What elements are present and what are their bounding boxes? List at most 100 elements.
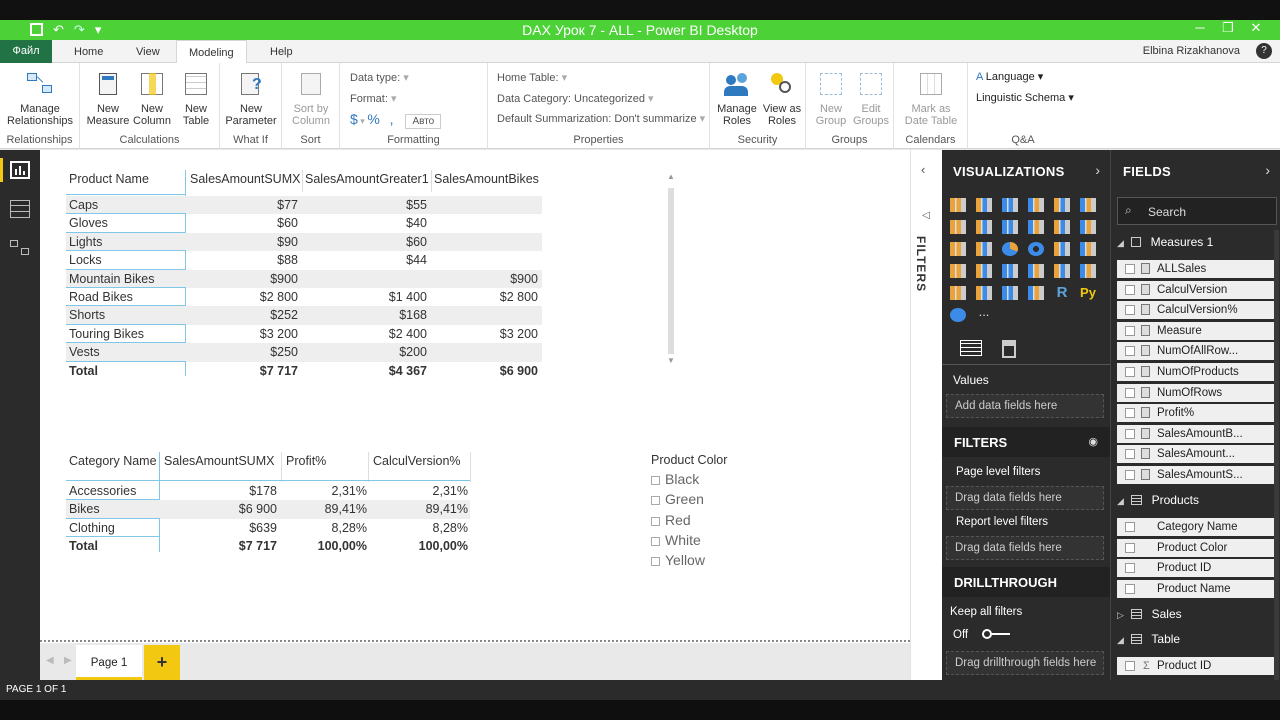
column-field[interactable]: Product Color xyxy=(1117,538,1275,557)
measure-field[interactable]: SalesAmount... xyxy=(1117,445,1275,464)
column-header[interactable]: Category Name xyxy=(69,454,157,468)
value-cell[interactable]: 8,28% xyxy=(373,521,468,535)
home-table-dropdown[interactable]: Home Table: ▾ xyxy=(497,71,567,84)
value-cell[interactable]: $2 800 xyxy=(190,290,298,304)
more-visuals-icon[interactable]: ... xyxy=(976,305,992,322)
new-measure-button[interactable]: New Measure xyxy=(86,69,130,127)
checkbox-icon[interactable] xyxy=(651,516,660,526)
slicer-icon[interactable] xyxy=(976,286,992,300)
scatter-icon[interactable] xyxy=(976,242,992,256)
currency-button[interactable]: $ xyxy=(350,111,358,127)
stacked-bar-icon[interactable] xyxy=(950,198,966,212)
data-category-dropdown[interactable]: Data Category: Uncategorized ▾ xyxy=(497,92,654,105)
measure-field[interactable]: CalculVersion xyxy=(1117,280,1275,299)
add-page-button[interactable]: + xyxy=(144,645,180,680)
new-table-button[interactable]: New Table xyxy=(174,69,218,127)
column-field[interactable]: Category Name xyxy=(1117,518,1275,536)
filters-collapsed-strip[interactable]: ‹ ◁ FILTERS xyxy=(910,150,942,680)
value-cell[interactable]: $44 xyxy=(305,253,427,267)
measure-field[interactable]: Measure xyxy=(1117,321,1275,340)
user-name[interactable]: Elbina Rizakhanova xyxy=(1143,45,1240,57)
value-cell[interactable]: $60 xyxy=(305,235,427,249)
table-visual-categories[interactable]: Category Name SalesAmountSUMX Profit% Ca… xyxy=(66,452,506,562)
row-label-cell[interactable]: Bikes xyxy=(69,502,155,516)
scroll-thumb[interactable] xyxy=(668,188,674,354)
tab-view[interactable]: View xyxy=(124,40,172,63)
value-cell[interactable]: $40 xyxy=(305,216,427,230)
new-column-button[interactable]: New Column xyxy=(130,69,174,127)
filters-eye-icon[interactable]: ◉ xyxy=(1088,435,1098,448)
row-label-cell[interactable]: Mountain Bikes xyxy=(69,272,179,286)
report-view-icon[interactable] xyxy=(10,161,30,179)
tab-modeling[interactable]: Modeling xyxy=(176,40,247,64)
report-filters-drop-well[interactable]: Drag data fields here xyxy=(946,536,1104,560)
expand-chevron-icon[interactable]: ◢ xyxy=(1117,635,1124,645)
row-label-cell[interactable]: Locks xyxy=(69,253,179,267)
tab-home[interactable]: Home xyxy=(62,40,115,63)
field-group-measures[interactable]: ◢ Measures 1 xyxy=(1117,235,1213,249)
stacked-column-icon[interactable] xyxy=(976,198,992,212)
table-visual-products[interactable]: Product Name SalesAmountSUMX SalesAmount… xyxy=(66,170,546,380)
scroll-down-icon[interactable]: ▼ xyxy=(667,356,675,365)
line-column-icon[interactable] xyxy=(1028,220,1044,234)
value-cell[interactable]: $250 xyxy=(190,345,298,359)
values-drop-well[interactable]: Add data fields here xyxy=(946,394,1104,418)
checkbox-icon[interactable] xyxy=(1125,522,1135,532)
slicer-option[interactable]: White xyxy=(651,532,727,552)
line-chart-icon[interactable] xyxy=(950,220,966,234)
visualizations-expand-icon[interactable]: › xyxy=(1095,162,1100,178)
value-cell[interactable]: $200 xyxy=(305,345,427,359)
drillthrough-drop-well[interactable]: Drag drillthrough fields here xyxy=(946,651,1104,675)
column-header[interactable]: CalculVersion% xyxy=(373,454,461,468)
value-cell[interactable]: $77 xyxy=(190,198,298,212)
checkbox-icon[interactable] xyxy=(1125,542,1135,553)
close-icon[interactable]: ✕ xyxy=(1242,20,1270,36)
product-color-slicer[interactable]: Product Color Black Green Red White Yellow xyxy=(651,453,727,572)
collapse-chevron-icon[interactable]: ▷ xyxy=(1117,610,1124,620)
row-label-cell[interactable]: Gloves xyxy=(69,216,179,230)
row-label-cell[interactable]: Caps xyxy=(69,198,179,212)
language-dropdown[interactable]: A Language ▾ xyxy=(976,70,1043,83)
tab-help[interactable]: Help xyxy=(258,40,305,63)
comma-button[interactable]: , xyxy=(390,111,394,127)
table-visual-icon[interactable] xyxy=(1002,286,1018,300)
fields-well-tab-icon[interactable] xyxy=(960,340,982,356)
checkbox-icon[interactable] xyxy=(1125,325,1135,336)
pie-chart-icon[interactable] xyxy=(1002,242,1018,256)
slicer-option[interactable]: Yellow xyxy=(651,552,727,572)
value-cell[interactable]: $900 xyxy=(190,272,298,286)
value-cell[interactable]: $88 xyxy=(190,253,298,267)
value-cell[interactable]: 2,31% xyxy=(286,484,367,498)
row-label-cell[interactable]: Clothing xyxy=(69,521,155,535)
100-column-icon[interactable] xyxy=(1080,198,1096,212)
slicer-option[interactable]: Green xyxy=(651,491,727,511)
checkbox-icon[interactable] xyxy=(651,476,660,485)
value-cell[interactable]: $1 400 xyxy=(305,290,427,304)
kpi-icon[interactable] xyxy=(950,286,966,300)
model-view-icon[interactable] xyxy=(10,240,30,258)
checkbox-icon[interactable] xyxy=(1125,583,1135,594)
page-nav-prev-icon[interactable]: ◀ xyxy=(46,655,54,666)
globe-icon[interactable] xyxy=(950,308,966,322)
default-summarization-dropdown[interactable]: Default Summarization: Don't summarize ▾ xyxy=(497,112,705,125)
shape-map-icon[interactable] xyxy=(976,264,992,278)
page-filters-drop-well[interactable]: Drag data fields here xyxy=(946,486,1104,510)
measure-field[interactable]: NumOfProducts xyxy=(1117,363,1275,381)
checkbox-icon[interactable] xyxy=(1125,470,1135,480)
multirow-card-icon[interactable] xyxy=(1080,264,1096,278)
measure-field[interactable]: ALLSales xyxy=(1117,260,1275,278)
data-type-dropdown[interactable]: Data type: ▾ xyxy=(350,71,409,84)
checkbox-icon[interactable] xyxy=(1125,661,1135,671)
value-cell[interactable]: $3 200 xyxy=(190,327,298,341)
field-group-sales[interactable]: ▷ Sales xyxy=(1117,607,1182,621)
fields-expand-icon[interactable]: › xyxy=(1265,162,1270,178)
value-cell[interactable]: $6 900 xyxy=(164,502,277,516)
map-icon[interactable] xyxy=(1080,242,1096,256)
slicer-option[interactable]: Red xyxy=(651,512,727,532)
measure-field[interactable]: NumOfAllRow... xyxy=(1117,342,1275,361)
area-chart-icon[interactable] xyxy=(976,220,992,234)
checkbox-icon[interactable] xyxy=(1125,305,1135,316)
column-field[interactable]: Σ Product ID xyxy=(1117,657,1275,675)
donut-chart-icon[interactable] xyxy=(1028,242,1044,256)
column-header[interactable]: SalesAmountSUMX xyxy=(164,454,274,468)
